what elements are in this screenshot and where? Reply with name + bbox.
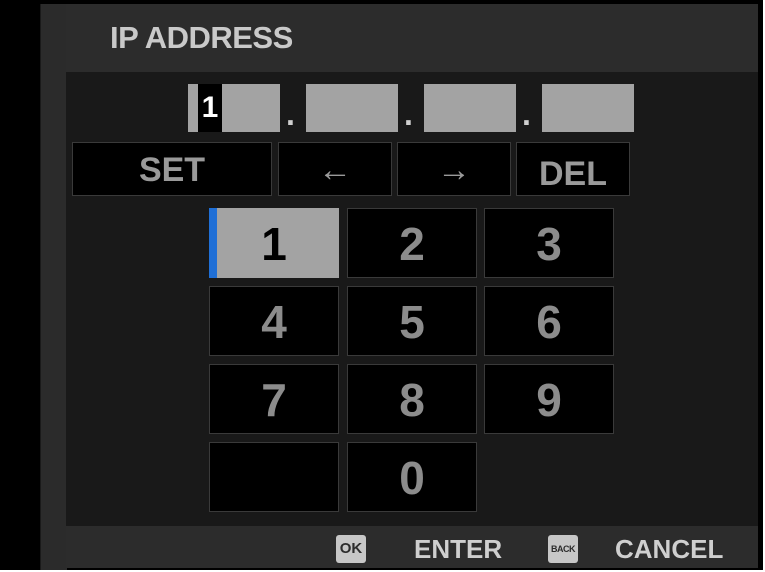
ip-octet-3-field[interactable] — [424, 84, 516, 132]
ip-separator: . — [286, 96, 295, 132]
back-button-icon: BACK — [548, 535, 578, 563]
ip-separator: . — [404, 96, 413, 132]
ip-octet-2-field[interactable] — [306, 84, 398, 132]
left-border — [4, 4, 40, 570]
delete-button[interactable]: DEL — [516, 142, 630, 196]
ip-octet-1-field[interactable]: 1 — [188, 84, 280, 132]
set-button[interactable]: SET — [72, 142, 272, 196]
ip-octet-1-value: 1 — [198, 84, 222, 132]
keypad-key-1[interactable]: 1 — [209, 208, 339, 278]
keypad-key-2[interactable]: 2 — [347, 208, 477, 278]
arrow-right-icon: → — [437, 151, 471, 189]
keypad-key-9[interactable]: 9 — [484, 364, 614, 434]
arrow-left-icon: ← — [318, 151, 352, 189]
text-cursor — [188, 84, 198, 132]
ok-button-icon: OK — [336, 535, 366, 563]
keypad-key-7[interactable]: 7 — [209, 364, 339, 434]
cancel-label[interactable]: CANCEL — [615, 534, 723, 565]
keypad-key-5[interactable]: 5 — [347, 286, 477, 356]
keypad-key-8[interactable]: 8 — [347, 364, 477, 434]
left-side-panel — [40, 4, 67, 570]
ip-separator: . — [522, 96, 531, 132]
keypad-key-3[interactable]: 3 — [484, 208, 614, 278]
keypad-key-6[interactable]: 6 — [484, 286, 614, 356]
cursor-right-button[interactable]: → — [397, 142, 511, 196]
cursor-left-button[interactable]: ← — [278, 142, 392, 196]
page-title: IP ADDRESS — [110, 20, 293, 55]
keypad-key-0[interactable]: 0 — [347, 442, 477, 512]
keypad-key-4[interactable]: 4 — [209, 286, 339, 356]
focus-indicator — [209, 208, 217, 278]
keypad-key-blank[interactable] — [209, 442, 339, 512]
ip-octet-4-field[interactable] — [542, 84, 634, 132]
enter-label[interactable]: ENTER — [414, 534, 502, 565]
